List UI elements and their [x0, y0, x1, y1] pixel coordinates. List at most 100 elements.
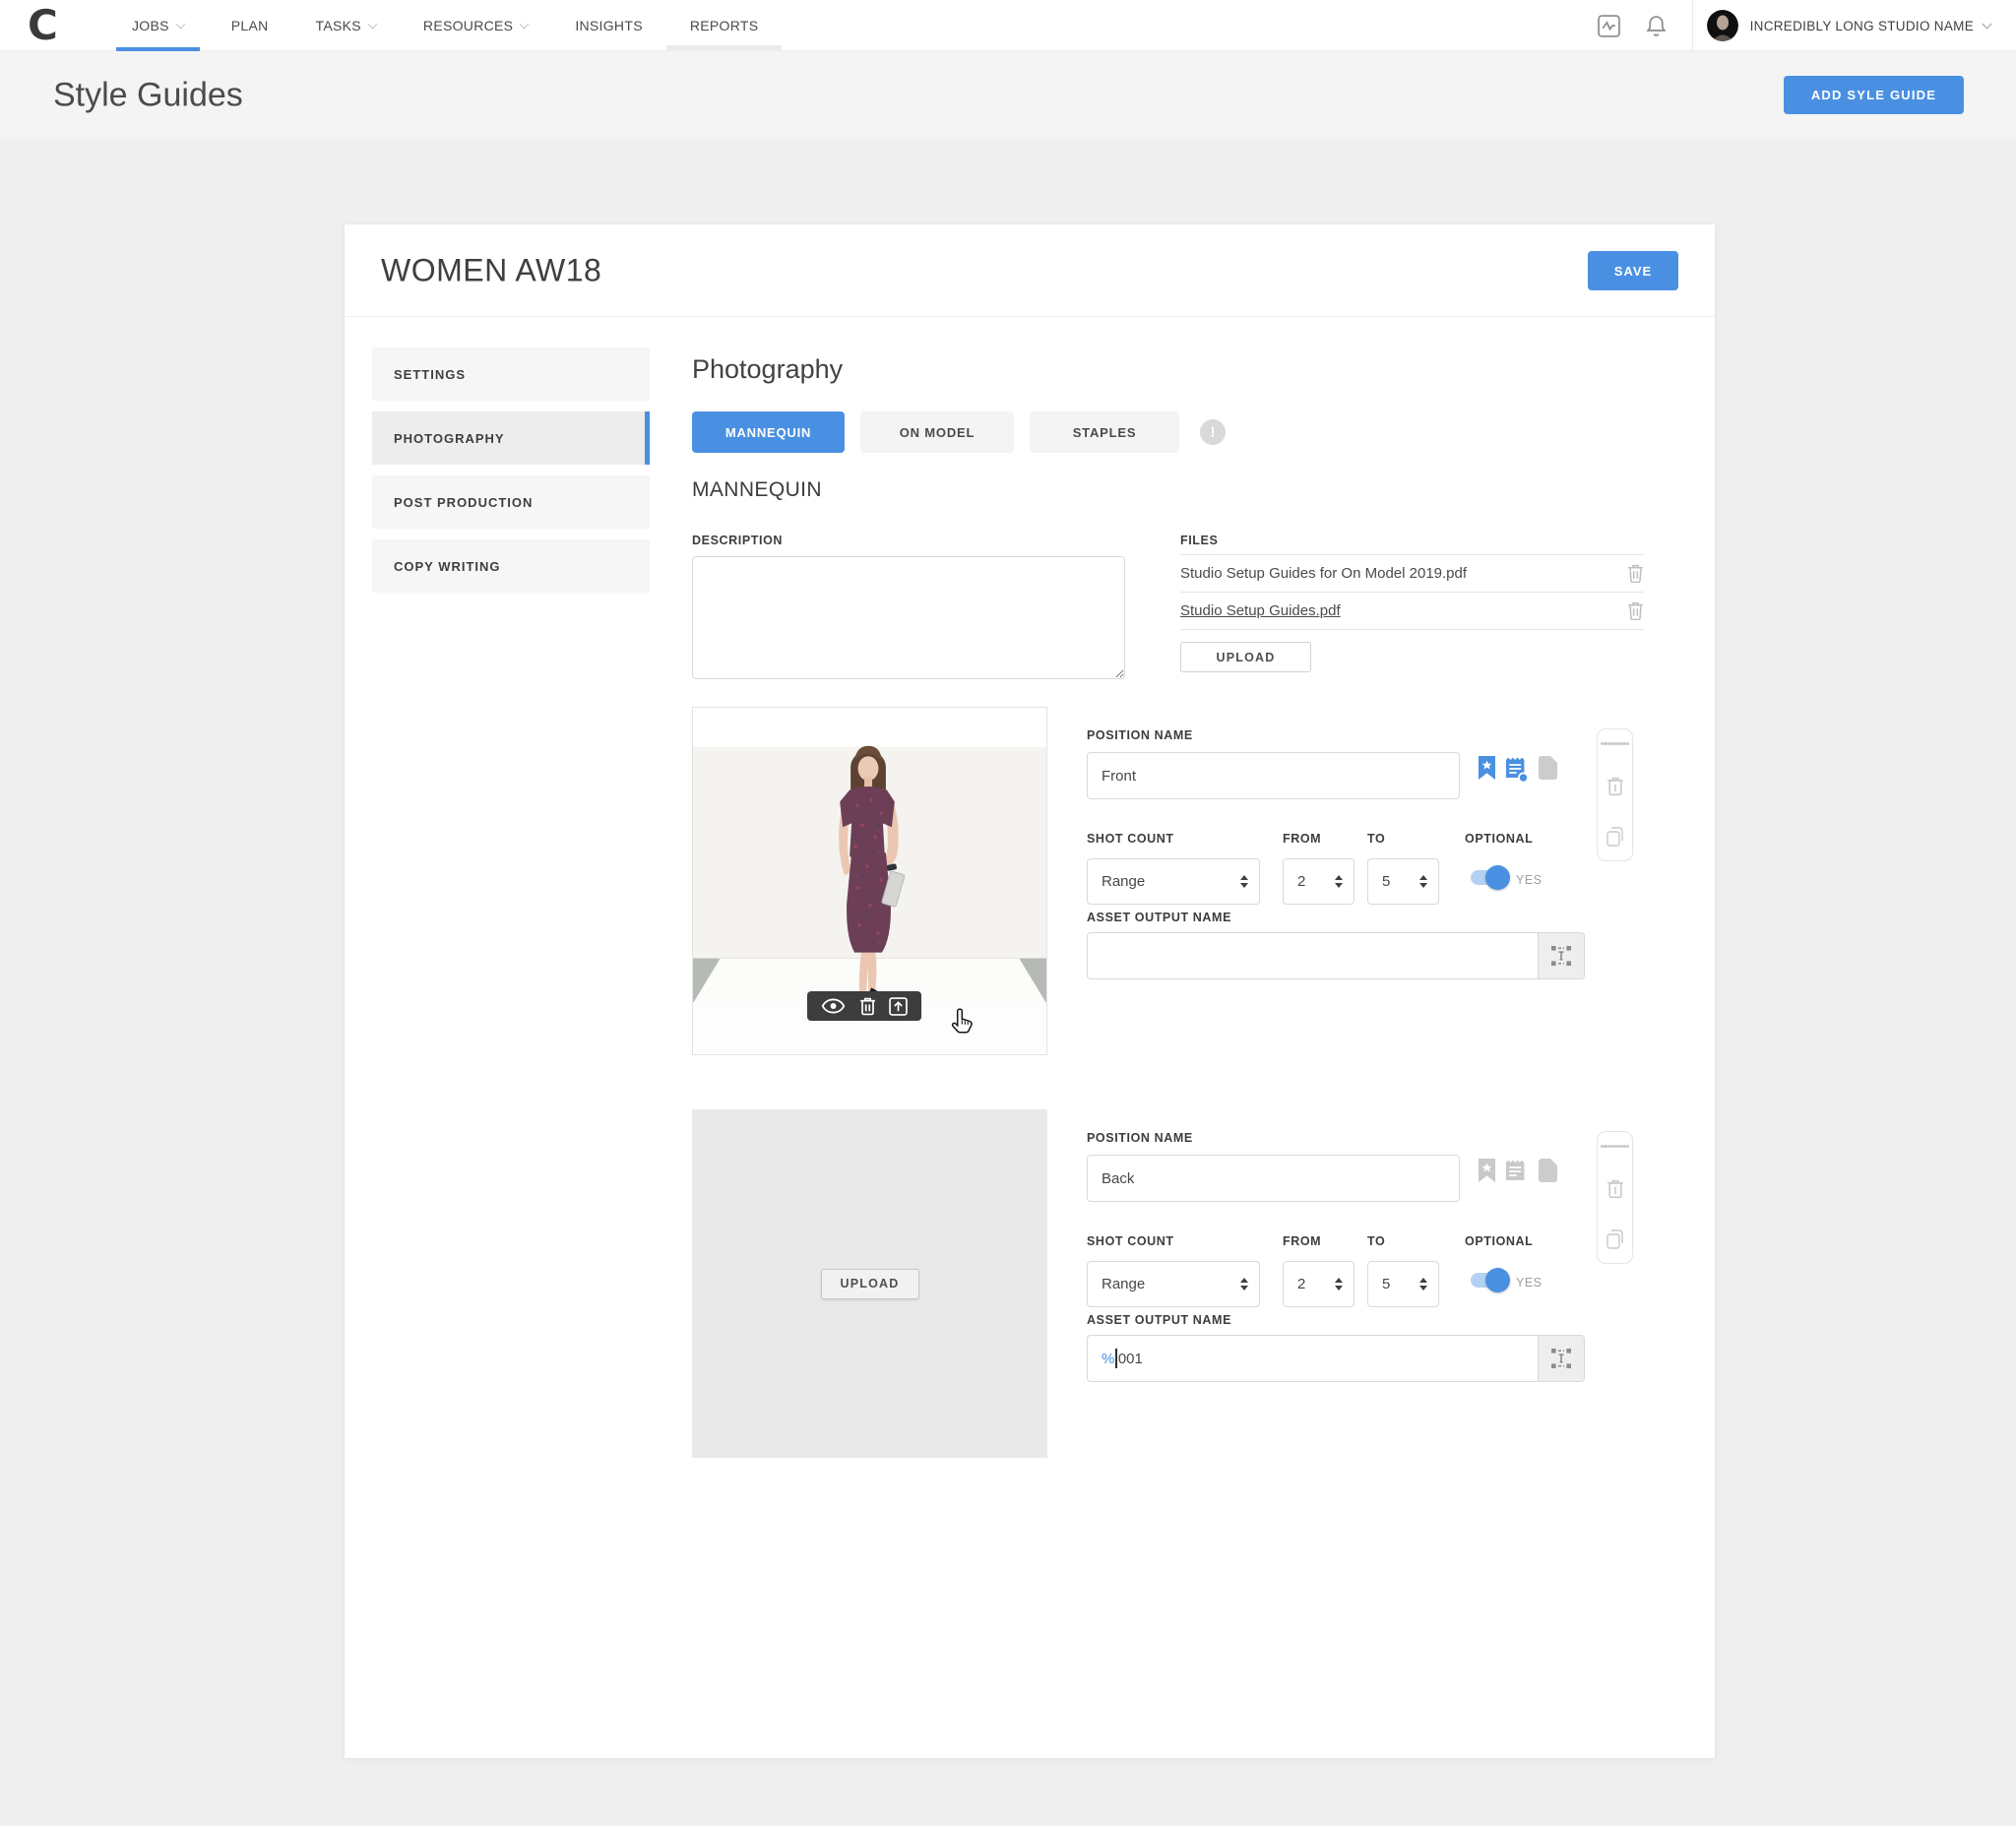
style-guide-title: WOMEN AW18 [381, 252, 601, 288]
position-name-actions [1479, 1159, 1557, 1186]
drag-handle-icon[interactable] [1601, 1145, 1629, 1148]
divider [1692, 0, 1693, 51]
drag-handle-icon[interactable] [1601, 742, 1629, 745]
from-stepper[interactable]: 2 [1283, 1261, 1354, 1307]
shot-count-select[interactable]: Range [1087, 1261, 1260, 1307]
optional-label: OPTIONAL [1465, 832, 1533, 846]
from-label: FROM [1283, 1234, 1321, 1248]
delete-file-icon[interactable] [1627, 601, 1644, 620]
add-style-guide-button[interactable]: ADD SYLE GUIDE [1784, 76, 1964, 114]
file-name[interactable]: Studio Setup Guides.pdf [1180, 602, 1341, 619]
main-nav: JOBS PLAN TASKS RESOURCES INSIGHTS REPOR… [108, 0, 782, 51]
to-label: TO [1367, 832, 1385, 846]
position-name-actions [1479, 756, 1557, 784]
bookmark-icon[interactable] [1479, 1159, 1495, 1182]
nav-item-label: PLAN [231, 18, 269, 33]
to-stepper[interactable]: 5 [1367, 858, 1439, 905]
files-upload-button[interactable]: UPLOAD [1180, 642, 1311, 672]
delete-position-icon[interactable] [1606, 1179, 1624, 1199]
tab-staples[interactable]: STAPLES [1030, 411, 1179, 453]
duplicate-position-icon[interactable] [1606, 1229, 1624, 1250]
chevron-down-icon [520, 19, 530, 29]
files-list: Studio Setup Guides for On Model 2019.pd… [1180, 554, 1644, 630]
preview-eye-icon[interactable] [821, 998, 846, 1014]
chevron-down-icon [367, 19, 377, 29]
chevron-down-icon [175, 19, 185, 29]
nav-item-label: JOBS [132, 18, 169, 33]
name-template-button[interactable] [1538, 1336, 1584, 1381]
description-label: DESCRIPTION [692, 534, 783, 547]
studio-name-menu[interactable]: INCREDIBLY LONG STUDIO NAME [1750, 19, 1974, 33]
from-value: 2 [1297, 1276, 1305, 1292]
page-header: Style Guides ADD SYLE GUIDE [0, 51, 2016, 140]
tab-mannequin[interactable]: MANNEQUIN [692, 411, 845, 453]
activity-icon[interactable] [1598, 15, 1620, 37]
replace-upload-icon[interactable] [889, 997, 908, 1016]
optional-label: OPTIONAL [1465, 1234, 1533, 1248]
delete-position-icon[interactable] [1606, 777, 1624, 796]
nav-item-reports[interactable]: REPORTS [666, 0, 783, 51]
mannequin-photo[interactable] [692, 707, 1047, 1055]
sidebar-item-photography[interactable]: PHOTOGRAPHY [372, 411, 650, 465]
optional-value: YES [1516, 1276, 1543, 1290]
shot-count-label: SHOT COUNT [1087, 832, 1174, 846]
sidebar-item-settings[interactable]: SETTINGS [372, 347, 650, 401]
nav-item-jobs[interactable]: JOBS [108, 0, 208, 51]
asset-output-name-label: ASSET OUTPUT NAME [1087, 911, 1231, 924]
nav-item-label: REPORTS [690, 18, 759, 33]
card-header: WOMEN AW18 SAVE [345, 224, 1715, 317]
bookmark-icon[interactable] [1479, 756, 1495, 780]
from-value: 2 [1297, 873, 1305, 890]
tab-on-model[interactable]: ON MODEL [860, 411, 1014, 453]
position-block-front: POSITION NAME [345, 707, 1715, 1055]
position-name-input[interactable] [1087, 752, 1460, 799]
save-button[interactable]: SAVE [1588, 251, 1678, 290]
spinner-arrows-icon [1335, 875, 1343, 888]
description-textarea[interactable] [692, 556, 1125, 679]
sidebar-item-post-production[interactable]: POST PRODUCTION [372, 475, 650, 529]
image-upload-button[interactable]: UPLOAD [821, 1269, 919, 1299]
toggle-knob [1485, 865, 1510, 890]
section-title-photography: Photography [692, 354, 843, 385]
optional-toggle[interactable] [1471, 1273, 1507, 1288]
shot-count-label: SHOT COUNT [1087, 1234, 1174, 1248]
asset-output-name-input[interactable]: %001 [1087, 1335, 1585, 1382]
shot-list-icon[interactable] [1505, 1159, 1529, 1186]
file-name[interactable]: Studio Setup Guides for On Model 2019.pd… [1180, 565, 1467, 582]
user-avatar[interactable] [1707, 10, 1738, 41]
from-label: FROM [1283, 832, 1321, 846]
file-row: Studio Setup Guides for On Model 2019.pd… [1180, 555, 1644, 593]
page-title: Style Guides [53, 77, 243, 115]
asset-output-name-input[interactable] [1087, 932, 1585, 979]
shot-count-value: Range [1102, 873, 1145, 890]
shot-count-select[interactable]: Range [1087, 858, 1260, 905]
optional-toggle[interactable] [1471, 870, 1507, 885]
delete-file-icon[interactable] [1627, 564, 1644, 583]
nav-item-tasks[interactable]: TASKS [292, 0, 400, 51]
duplicate-position-icon[interactable] [1606, 827, 1624, 848]
app-logo[interactable]: C [28, 2, 58, 49]
delete-image-icon[interactable] [859, 997, 876, 1016]
nav-right-cluster: INCREDIBLY LONG STUDIO NAME [1598, 0, 2016, 51]
position-actions-panel [1597, 1131, 1633, 1264]
to-stepper[interactable]: 5 [1367, 1261, 1439, 1307]
nav-item-resources[interactable]: RESOURCES [400, 0, 551, 51]
image-upload-dropzone[interactable]: UPLOAD [692, 1109, 1047, 1458]
position-name-label: POSITION NAME [1087, 1131, 1193, 1145]
notifications-bell-icon[interactable] [1646, 15, 1667, 37]
file-row: Studio Setup Guides.pdf [1180, 593, 1644, 630]
asset-output-value: %001 [1088, 1349, 1143, 1368]
from-stepper[interactable]: 2 [1283, 858, 1354, 905]
shot-list-icon[interactable] [1505, 756, 1529, 784]
position-actions-panel [1597, 728, 1633, 861]
nav-item-plan[interactable]: PLAN [208, 0, 292, 51]
image-hover-toolbar [807, 991, 921, 1021]
position-name-input[interactable] [1087, 1155, 1460, 1202]
spinner-arrows-icon [1419, 875, 1427, 888]
name-template-button[interactable] [1538, 933, 1584, 978]
sidebar-item-copy-writing[interactable]: COPY WRITING [372, 539, 650, 593]
page-template-icon[interactable] [1539, 756, 1557, 780]
nav-item-insights[interactable]: INSIGHTS [551, 0, 666, 51]
page-template-icon[interactable] [1539, 1159, 1557, 1182]
spinner-arrows-icon [1240, 1278, 1248, 1291]
